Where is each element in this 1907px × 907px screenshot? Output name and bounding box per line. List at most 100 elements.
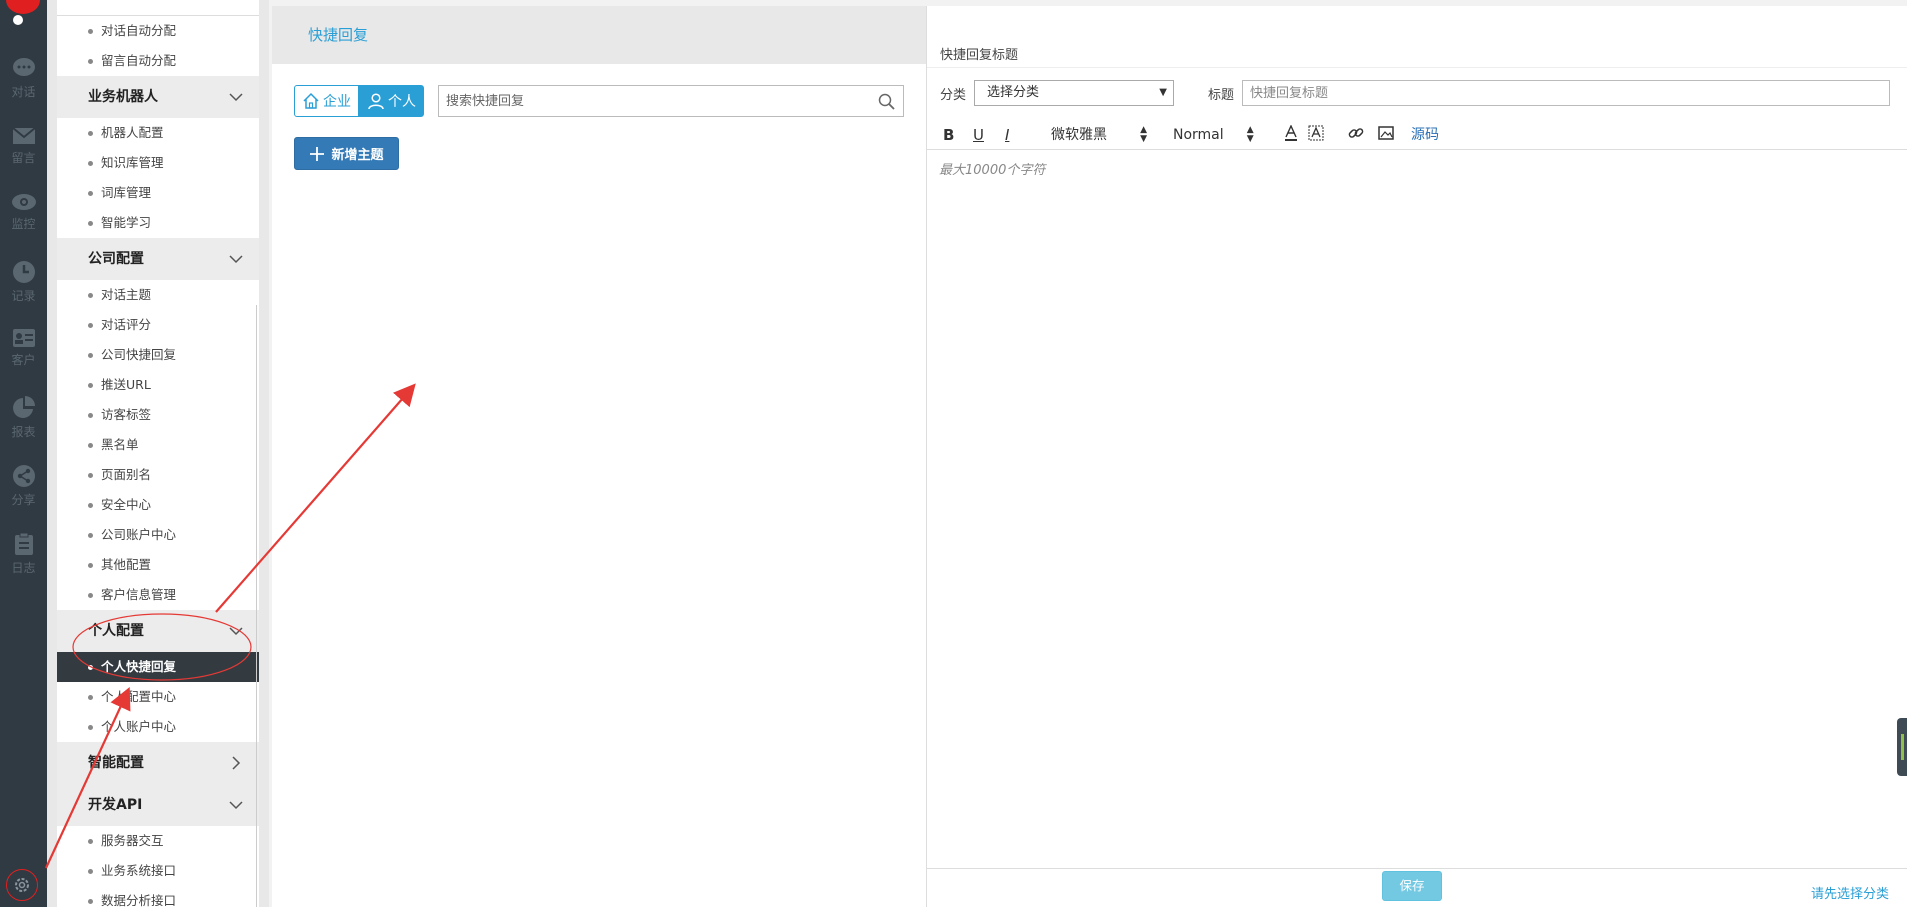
category-select[interactable]: 选择分类 ▼ (974, 80, 1174, 106)
title-input[interactable] (1242, 80, 1890, 106)
menu-item[interactable]: 黑名单 (57, 430, 259, 460)
font-color-icon (1285, 124, 1297, 141)
tab-label: 个人 (388, 94, 416, 110)
menu-item[interactable]: 推送URL (57, 370, 259, 400)
menu-item[interactable]: 知识库管理 (57, 148, 259, 178)
scope-tabs: 企业 个人 (294, 85, 424, 117)
tab-personal[interactable]: 个人 (359, 85, 424, 117)
rail-item-mail[interactable]: 留言 (0, 126, 47, 188)
search-input[interactable] (439, 86, 859, 116)
chevron-down-icon (229, 255, 243, 264)
menu-item[interactable]: 机器人配置 (57, 118, 259, 148)
menu-group-label: 业务机器人 (88, 89, 158, 105)
link-button[interactable] (1348, 125, 1364, 145)
font-size-select[interactable]: Normal ▲ ▼ (1173, 126, 1254, 144)
rail-item-logs[interactable]: 日志 (0, 532, 47, 594)
background-color-button[interactable] (1308, 125, 1324, 145)
rail-item-label: 对话 (11, 85, 36, 99)
side-drawer-handle[interactable] (1897, 718, 1907, 776)
font-family-select[interactable]: 微软雅黑 ▲ ▼ (1051, 126, 1147, 144)
menu-item[interactable]: 智能学习 (57, 208, 259, 238)
rail-item-label: 分享 (11, 493, 36, 507)
italic-button[interactable]: I (1005, 126, 1009, 144)
menu-item[interactable]: 页面别名 (57, 460, 259, 490)
menu-group-robot[interactable]: 业务机器人 (57, 76, 259, 118)
font-size-value: Normal (1173, 127, 1224, 143)
up-down-arrows-icon: ▲ ▼ (1140, 125, 1147, 144)
rail-item-label: 留言 (11, 151, 36, 165)
home-icon (303, 92, 319, 109)
divider (927, 149, 1907, 150)
search-icon[interactable] (878, 93, 895, 110)
category-label: 分类 (940, 88, 967, 103)
avatar[interactable] (6, 0, 40, 14)
menu-group-label: 智能配置 (88, 755, 144, 771)
settings-menu-list: 对话自动分配 留言自动分配 业务机器人 机器人配置 知识库管理 词库管理 智能学… (57, 0, 259, 907)
menu-group-personal[interactable]: 个人配置 (57, 610, 259, 652)
underline-button[interactable]: U (973, 126, 984, 144)
rail-item-monitor[interactable]: 监控 (0, 192, 47, 254)
menu-item[interactable]: 个人账户中心 (57, 712, 259, 742)
menu-item[interactable]: 服务器交互 (57, 826, 259, 856)
chevron-right-icon (232, 756, 241, 770)
menu-item[interactable]: 留言自动分配 (57, 46, 259, 76)
chevron-down-icon (229, 627, 243, 636)
link-icon (1348, 128, 1364, 138)
settings-button[interactable] (6, 869, 38, 901)
menu-item[interactable]: 其他配置 (57, 550, 259, 580)
menu-item[interactable]: 安全中心 (57, 490, 259, 520)
rail-item-chat[interactable]: 对话 (0, 56, 47, 118)
rail-item-customers[interactable]: 客户 (0, 328, 47, 390)
gear-icon (15, 878, 29, 892)
rail-item-records[interactable]: 记录 (0, 260, 47, 322)
menu-group-company[interactable]: 公司配置 (57, 238, 259, 280)
share-icon (12, 465, 35, 487)
editor-body[interactable]: 最大10000个字符 (939, 159, 1045, 178)
menu-item[interactable]: 业务系统接口 (57, 856, 259, 886)
menu-item[interactable]: 对话自动分配 (57, 16, 259, 46)
quick-reply-editor: 快捷回复标题 分类 选择分类 ▼ 标题 B U I 微软雅黑 ▲▼ Normal… (926, 6, 1907, 907)
user-icon (368, 93, 384, 110)
pie-chart-icon (12, 396, 35, 418)
bold-button[interactable]: B (943, 126, 954, 144)
divider (927, 868, 1907, 869)
menu-group-api[interactable]: 开发API (57, 784, 259, 826)
menu-group-label: 个人配置 (88, 623, 144, 639)
menu-item[interactable]: 对话评分 (57, 310, 259, 340)
menu-item[interactable]: 客户信息管理 (57, 580, 259, 610)
add-topic-button[interactable]: 新增主题 (294, 137, 399, 170)
save-button[interactable]: 保存 (1382, 871, 1442, 901)
chevron-down-icon (229, 93, 243, 102)
background-color-icon (1308, 125, 1324, 141)
menu-item[interactable]: 访客标签 (57, 400, 259, 430)
menu-item[interactable]: 个人配置中心 (57, 682, 259, 712)
menu-group-smart[interactable]: 智能配置 (57, 742, 259, 784)
rail-item-label: 记录 (11, 289, 36, 303)
icon-rail: 对话 留言 监控 记录 客户 报表 分享 日志 (0, 0, 47, 907)
rail-item-reports[interactable]: 报表 (0, 396, 47, 458)
font-family-value: 微软雅黑 (1051, 127, 1107, 143)
category-select-value: 选择分类 (987, 85, 1040, 100)
menu-item[interactable]: 公司快捷回复 (57, 340, 259, 370)
source-code-button[interactable]: 源码 (1411, 126, 1439, 144)
menu-scrollbar[interactable] (256, 305, 257, 907)
page-title: 快捷回复 (272, 6, 926, 64)
menu-item-personal-quick-reply[interactable]: 个人快捷回复 (57, 652, 259, 682)
tab-enterprise[interactable]: 企业 (294, 85, 359, 117)
rail-item-label: 监控 (11, 217, 36, 231)
rail-item-label: 客户 (11, 353, 36, 367)
settings-menu: 对话自动分配 留言自动分配 业务机器人 机器人配置 知识库管理 词库管理 智能学… (47, 0, 269, 907)
menu-item[interactable]: 公司账户中心 (57, 520, 259, 550)
rail-item-share[interactable]: 分享 (0, 464, 47, 526)
editor-toolbar: B U I 微软雅黑 ▲ ▼ Normal ▲ ▼ 源码 (927, 120, 1907, 150)
status-clock-icon (13, 15, 23, 25)
font-color-button[interactable] (1284, 124, 1298, 145)
image-button[interactable] (1378, 125, 1394, 145)
menu-group-label: 公司配置 (88, 251, 144, 267)
caret-down-icon: ▼ (1159, 87, 1167, 98)
section-title: 快捷回复标题 (940, 48, 1019, 63)
menu-item[interactable]: 词库管理 (57, 178, 259, 208)
menu-item[interactable]: 对话主题 (57, 280, 259, 310)
menu-item[interactable]: 数据分析接口 (57, 886, 259, 907)
clipboard-icon (14, 532, 33, 555)
